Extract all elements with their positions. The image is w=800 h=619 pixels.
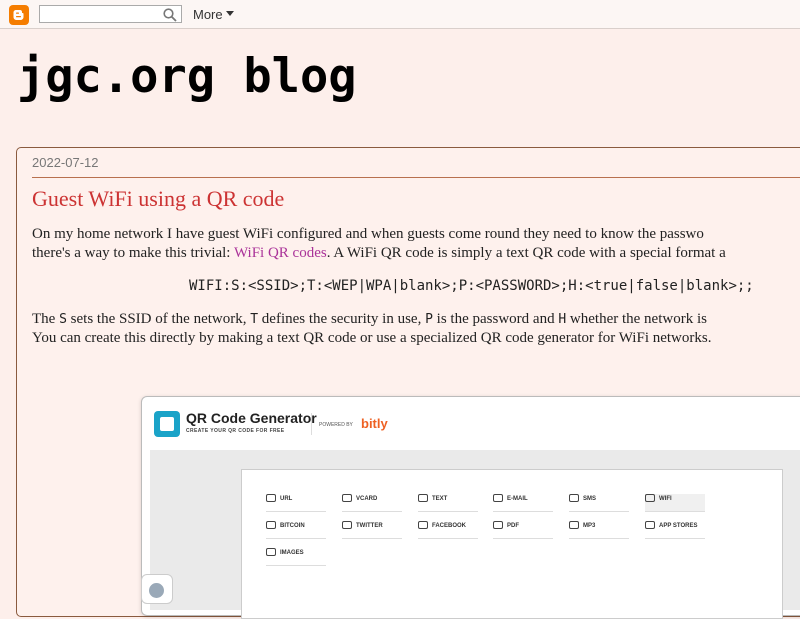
more-menu-button[interactable]: More xyxy=(193,7,234,23)
code-h: H xyxy=(558,312,567,327)
date-divider xyxy=(32,177,800,178)
p2-text: sets the SSID of the network, xyxy=(66,311,251,327)
p1-line1: On my home network I have guest WiFi con… xyxy=(32,226,704,242)
p2-text: whether the network is xyxy=(566,311,707,327)
search-input[interactable] xyxy=(39,5,182,23)
qr-tab-label: MP3 xyxy=(583,523,596,529)
p2-text: The xyxy=(32,311,60,327)
email-icon xyxy=(493,494,503,502)
bitcoin-icon xyxy=(266,521,276,529)
sms-icon xyxy=(569,494,579,502)
qr-tab-text[interactable]: TEXT xyxy=(418,494,478,512)
qr-tab-label: PDF xyxy=(507,523,519,529)
post-paragraph-2: The S sets the SSID of the network, T de… xyxy=(32,310,800,348)
app-stores-icon xyxy=(645,521,655,529)
search-icon[interactable] xyxy=(162,7,178,23)
url-icon xyxy=(266,494,276,502)
mp3-icon xyxy=(569,521,579,529)
qr-tab-mp3[interactable]: MP3 xyxy=(569,521,629,539)
blog-title[interactable]: jgc.org blog xyxy=(17,49,357,105)
more-label: More xyxy=(193,7,223,22)
qr-tab-wifi[interactable]: WIFI xyxy=(645,494,705,512)
post-title[interactable]: Guest WiFi using a QR code xyxy=(32,186,284,212)
qr-tab-app-stores[interactable]: APP STORES xyxy=(645,521,705,539)
p2-line2: You can create this directly by making a… xyxy=(32,330,712,346)
qr-type-panel xyxy=(241,469,783,619)
qr-tab-label: TEXT xyxy=(432,496,448,502)
qr-brand-title: QR Code Generator xyxy=(186,410,317,426)
wifi-qr-codes-link[interactable]: WiFi QR codes xyxy=(234,245,327,261)
qr-tab-twitter[interactable]: TWITTER xyxy=(342,521,402,539)
p1-text-before-link: there's a way to make this trivial: xyxy=(32,245,234,261)
wifi-format-code: WIFI:S:<SSID>;T:<WEP|WPA|blank>;P:<PASSW… xyxy=(189,278,754,294)
qr-tab-label: URL xyxy=(280,496,293,502)
twitter-icon xyxy=(342,521,352,529)
images-icon xyxy=(266,548,276,556)
blogger-icon[interactable] xyxy=(9,5,29,25)
qr-tab-label: WIFI xyxy=(659,496,672,502)
qr-tab-label: VCARD xyxy=(356,496,378,502)
qr-tab-bitcoin[interactable]: BITCOIN xyxy=(266,521,326,539)
p2-text: is the password and xyxy=(432,311,559,327)
qr-tab-sms[interactable]: SMS xyxy=(569,494,629,512)
code-t: T xyxy=(250,312,259,327)
pdf-icon xyxy=(493,521,503,529)
wifi-icon xyxy=(645,494,655,502)
qr-tab-images[interactable]: IMAGES xyxy=(266,548,326,566)
p1-text-after-link: . A WiFi QR code is simply a text QR cod… xyxy=(326,245,726,261)
qr-code-generator-logo-icon xyxy=(154,411,180,437)
qr-tab-e-mail[interactable]: E-MAIL xyxy=(493,494,553,512)
post-paragraph-1: On my home network I have guest WiFi con… xyxy=(32,225,800,263)
bitly-logo: bitly xyxy=(361,416,388,431)
qr-tab-label: APP STORES xyxy=(659,523,698,529)
post-date: 2022-07-12 xyxy=(32,155,99,170)
qr-tab-label: FACEBOOK xyxy=(432,523,467,529)
qr-tab-pdf[interactable]: PDF xyxy=(493,521,553,539)
qr-tab-label: BITCOIN xyxy=(280,523,305,529)
powered-by-label: POWERED BY xyxy=(319,422,353,428)
qr-tab-vcard[interactable]: VCARD xyxy=(342,494,402,512)
p2-text: defines the security in use, xyxy=(258,311,426,327)
twitter-icon xyxy=(149,583,164,598)
qr-tab-facebook[interactable]: FACEBOOK xyxy=(418,521,478,539)
chevron-down-icon xyxy=(225,11,234,16)
qr-tab-label: E-MAIL xyxy=(507,496,528,502)
qr-tab-label: SMS xyxy=(583,496,597,502)
qr-tab-label: TWITTER xyxy=(356,523,383,529)
brand-separator xyxy=(311,413,312,435)
blogger-navbar: More xyxy=(0,0,800,29)
qr-tab-label: IMAGES xyxy=(280,550,304,556)
vcard-icon xyxy=(342,494,352,502)
facebook-icon xyxy=(418,521,428,529)
code-s: S xyxy=(59,312,67,327)
code-p: P xyxy=(425,312,433,327)
text-icon xyxy=(418,494,428,502)
qr-brand-subtitle: CREATE YOUR QR CODE FOR FREE xyxy=(186,428,285,434)
qr-tab-url[interactable]: URL xyxy=(266,494,326,512)
